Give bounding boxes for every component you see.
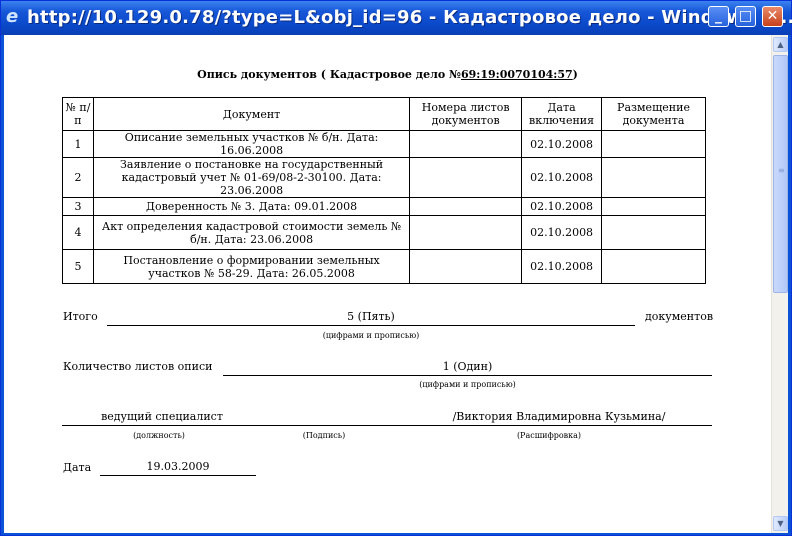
table-row: 5 Постановление о формировании земельных… <box>62 249 706 284</box>
header-sheet-numbers: Номера листов документов <box>409 97 523 131</box>
row-document: Описание земельных участков № б/н. Дата:… <box>92 130 411 158</box>
document-title: Опись документов ( Кадастровое дело №69:… <box>4 68 771 81</box>
row-date: 02.10.2008 <box>521 249 603 284</box>
scroll-down-arrow-icon[interactable]: ▼ <box>773 516 788 531</box>
documents-table: № п/п Документ Номера листов документов … <box>62 97 706 284</box>
signature-position: ведущий специалист <box>101 410 223 423</box>
row-placement <box>601 215 706 250</box>
row-sheets <box>409 157 523 198</box>
page-content: Опись документов ( Кадастровое дело №69:… <box>4 35 788 533</box>
total-hint: (цифрами и прописью) <box>322 331 420 340</box>
maximize-button[interactable]: □ <box>735 6 756 27</box>
row-document: Заявление о постановке на государственны… <box>92 157 411 198</box>
row-document: Доверенность № 3. Дата: 09.01.2008 <box>92 197 411 216</box>
title-prefix: Опись документов ( Кадастровое дело № <box>197 68 461 81</box>
table-row: 1 Описание земельных участков № б/н. Дат… <box>62 130 706 158</box>
row-document: Акт определения кадастровой стоимости зе… <box>92 215 411 250</box>
table-row: 3 Доверенность № 3. Дата: 09.01.2008 02.… <box>62 197 706 216</box>
row-number: 4 <box>62 215 94 250</box>
sheets-count-value: 1 (Один) <box>442 360 493 373</box>
signature-hint: (Подпись) <box>302 431 346 440</box>
sheets-count-label: Количество листов описи <box>63 360 213 373</box>
minimize-button[interactable]: _ <box>708 6 729 27</box>
signature-name: /Виктория Владимировна Кузьмина/ <box>452 410 666 423</box>
close-button[interactable]: ✕ <box>762 6 783 27</box>
row-date: 02.10.2008 <box>521 197 603 216</box>
total-suffix: документов <box>645 310 714 323</box>
row-sheets <box>409 197 523 216</box>
table-row: 4 Акт определения кадастровой стоимости … <box>62 215 706 250</box>
position-hint: (должность) <box>133 431 185 440</box>
row-number: 3 <box>62 197 94 216</box>
row-placement <box>601 249 706 284</box>
row-number: 1 <box>62 130 94 158</box>
cadastre-number-link[interactable]: 69:19:0070104:57 <box>461 68 573 81</box>
date-value: 19.03.2009 <box>146 460 210 473</box>
title-suffix: ) <box>572 68 578 81</box>
row-sheets <box>409 215 523 250</box>
total-label: Итого <box>63 310 98 323</box>
scroll-up-arrow-icon[interactable]: ▲ <box>773 37 788 52</box>
row-placement <box>601 197 706 216</box>
header-inclusion-date: Дата включения <box>521 97 603 131</box>
row-date: 02.10.2008 <box>521 130 603 158</box>
title-bar[interactable]: e http://10.129.0.78/?type=L&obj_id=96 -… <box>1 1 792 35</box>
row-document: Постановление о формировании земельных у… <box>92 249 411 284</box>
row-sheets <box>409 130 523 158</box>
name-hint: (Расшифровка) <box>516 431 582 440</box>
row-sheets <box>409 249 523 284</box>
inventory-document: Опись документов ( Кадастровое дело №69:… <box>4 35 771 533</box>
header-number: № п/п <box>62 97 94 131</box>
row-date: 02.10.2008 <box>521 157 603 198</box>
grip-icon: ≡ <box>778 166 785 175</box>
table-row: 2 Заявление о постановке на государствен… <box>62 157 706 198</box>
vertical-scrollbar[interactable]: ▲ ≡ ▼ <box>771 35 788 533</box>
window-title: http://10.129.0.78/?type=L&obj_id=96 - К… <box>27 7 792 28</box>
browser-window: e http://10.129.0.78/?type=L&obj_id=96 -… <box>0 0 792 536</box>
header-placement: Размещение документа <box>601 97 706 131</box>
date-label: Дата <box>63 461 92 474</box>
row-placement <box>601 130 706 158</box>
internet-explorer-icon: e <box>6 6 19 27</box>
header-document: Документ <box>92 97 411 131</box>
sheets-count-hint: (цифрами и прописью) <box>419 380 516 389</box>
row-placement <box>601 157 706 198</box>
row-number: 2 <box>62 157 94 198</box>
table-header-row: № п/п Документ Номера листов документов … <box>62 97 706 131</box>
scrollbar-thumb[interactable]: ≡ <box>773 55 788 293</box>
row-date: 02.10.2008 <box>521 215 603 250</box>
row-number: 5 <box>62 249 94 284</box>
total-value: 5 (Пять) <box>347 310 395 323</box>
